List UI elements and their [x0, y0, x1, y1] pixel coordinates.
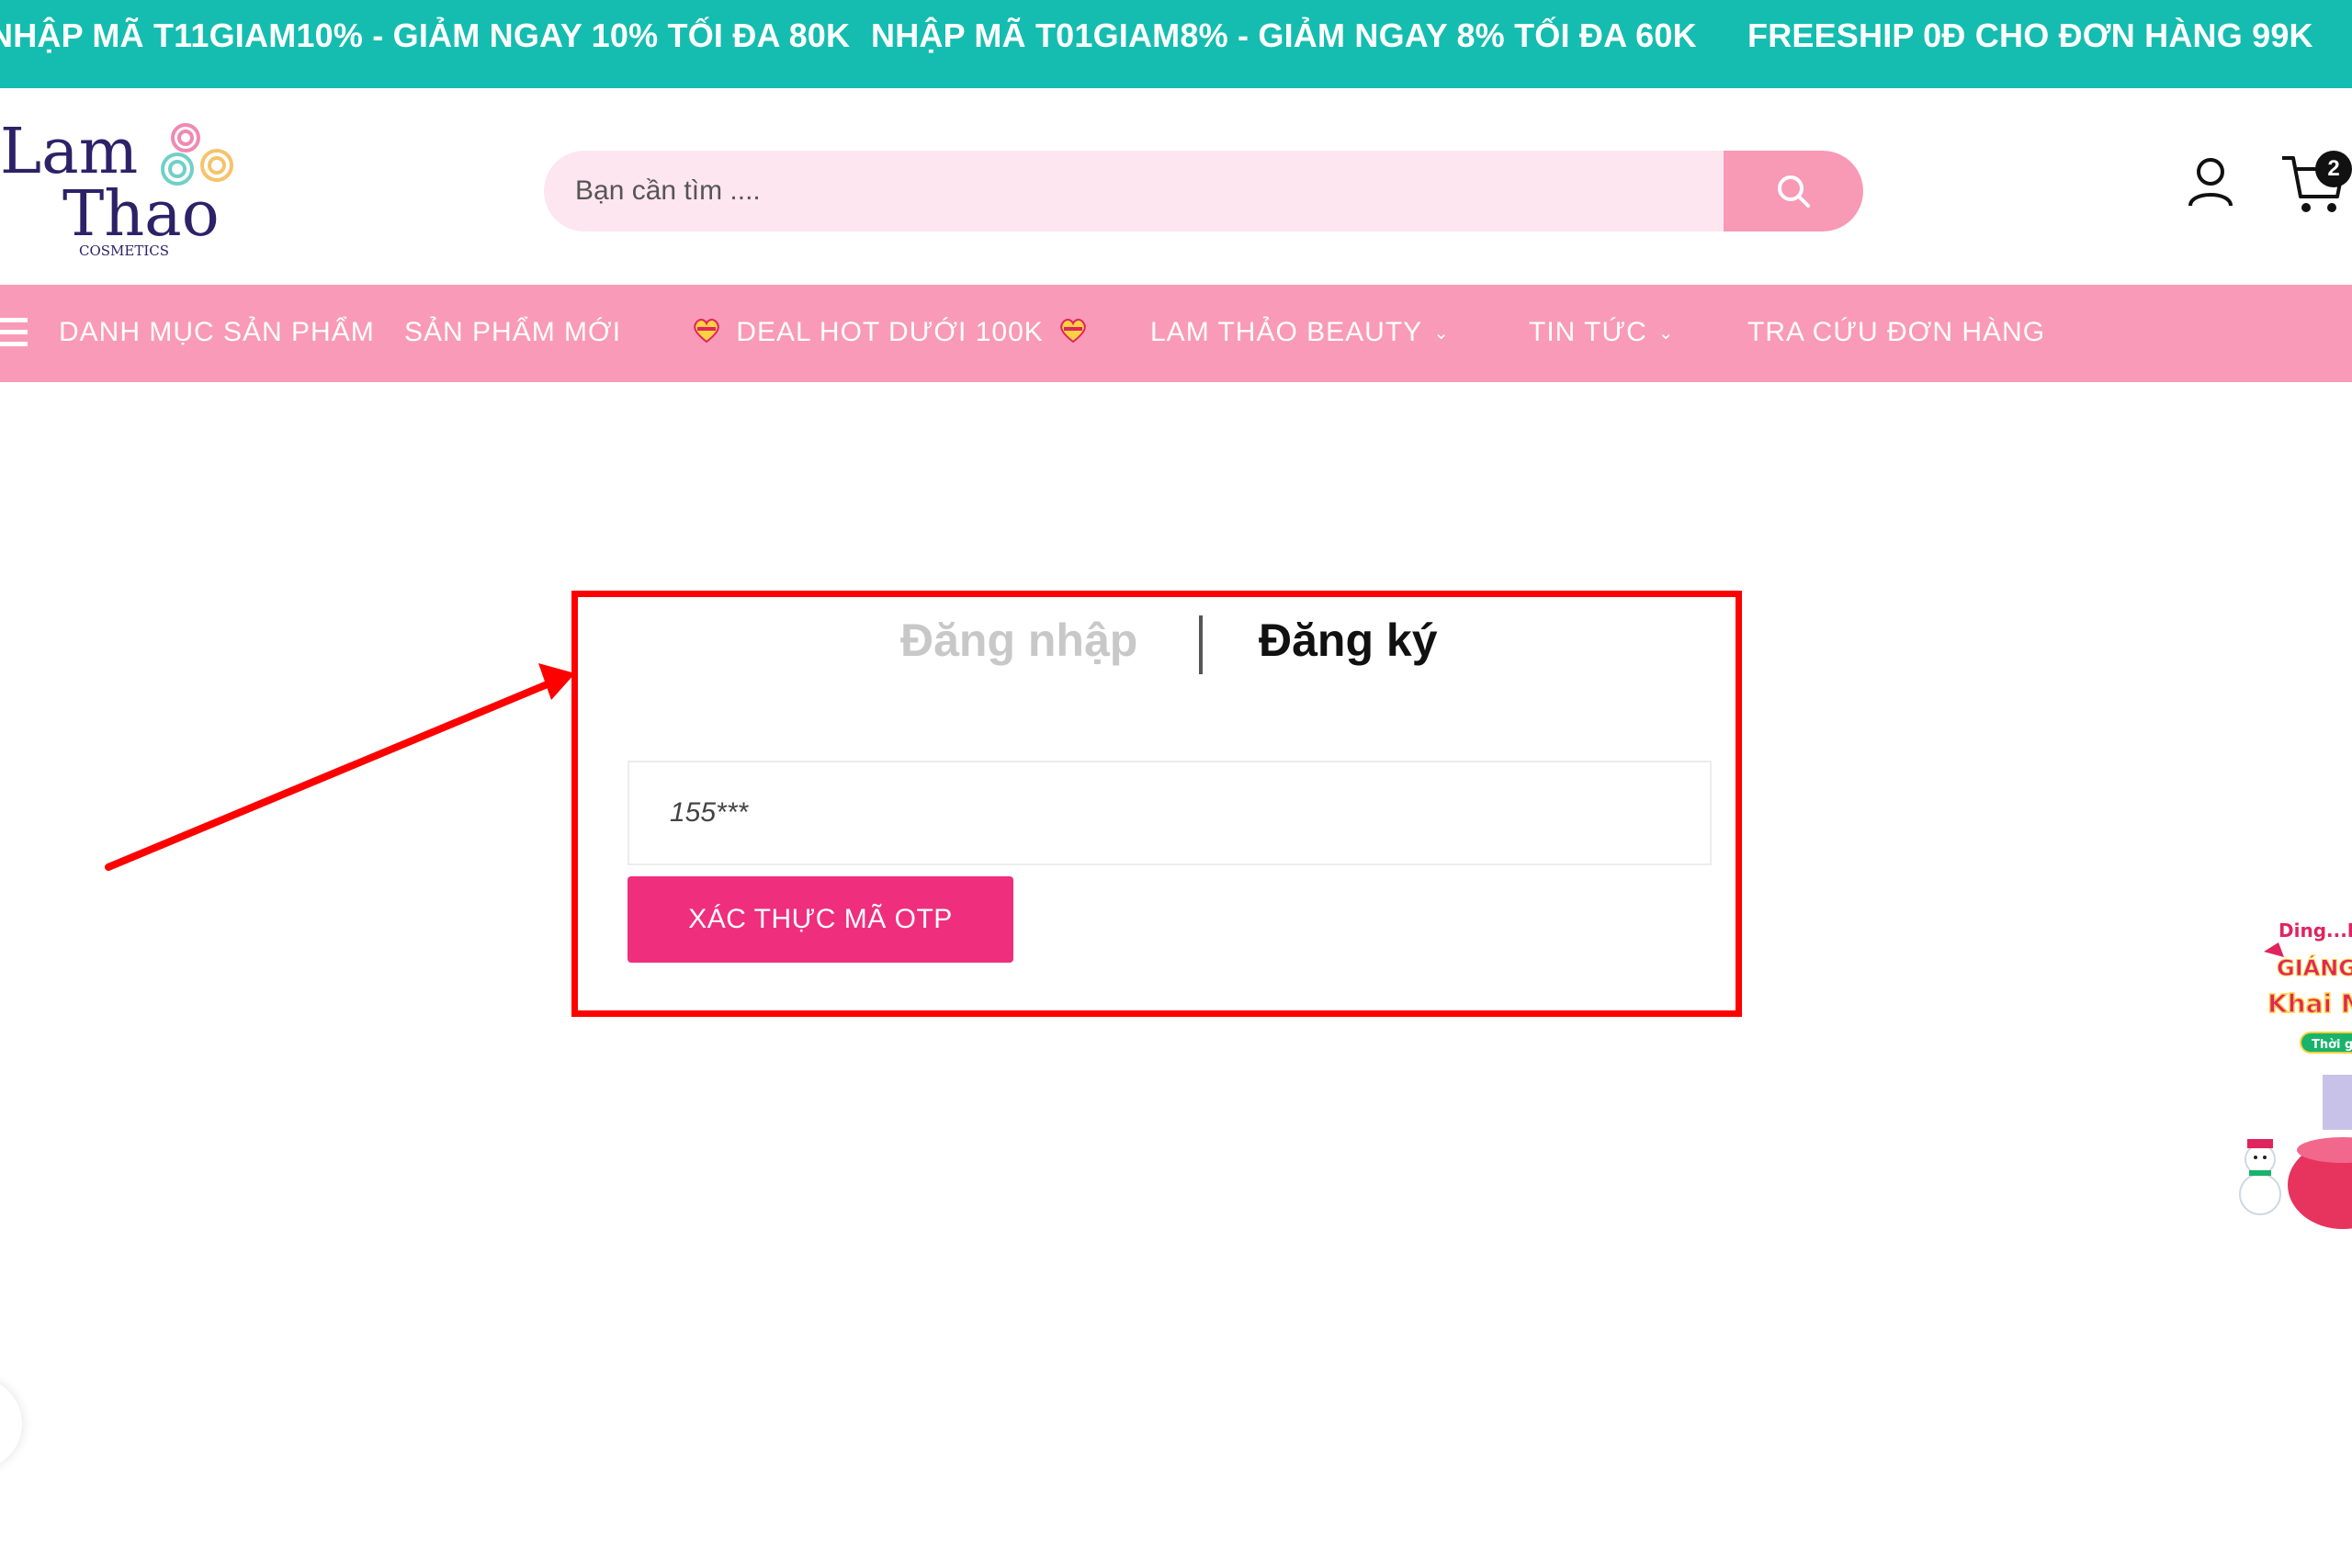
side-promo-text: Thời g	[2312, 1038, 2352, 1052]
side-promo-banner[interactable]: Ding...D GIÁNG Khai M Thời g	[2223, 909, 2352, 1249]
nav-item-label: LAM THẢO BEAUTY	[1150, 317, 1423, 347]
nav-item-label: TRA CỨU ĐƠN HÀNG	[1747, 317, 2046, 347]
main-nav: DANH MỤC SẢN PHẨM SẢN PHẨM MỚI DEAL HOT …	[0, 285, 2352, 382]
nav-item-news[interactable]: TIN TỨC ⌄	[1529, 285, 1675, 382]
search-button[interactable]	[1724, 151, 1863, 231]
side-promo-text: GIÁNG	[2277, 954, 2352, 981]
side-promo-text: Ding...D	[2278, 919, 2352, 942]
logo-text-line2: Thao	[62, 178, 220, 251]
promo-item: NHẬP MÃ T01GIAM8% - GIẢM NGAY 8% TỐI ĐA …	[871, 17, 1697, 54]
logo-text-sub: COSMETICS	[79, 243, 169, 259]
logo-swirl-icon	[161, 123, 233, 186]
gift-bag-icon	[2288, 1075, 2352, 1229]
floating-side-tab[interactable]	[0, 1378, 22, 1470]
promo-item: NHẬP MÃ T11GIAM10% - GIẢM NGAY 10% TỐI Đ…	[0, 17, 851, 54]
promo-bar: NHẬP MÃ T11GIAM10% - GIẢM NGAY 10% TỐI Đ…	[0, 0, 2352, 88]
menu-icon[interactable]	[0, 316, 29, 349]
side-promo-text: Khai M	[2267, 988, 2352, 1019]
nav-item-categories[interactable]: DANH MỤC SẢN PHẨM	[59, 285, 375, 382]
nav-item-deal-hot[interactable]: DEAL HOT DƯỚI 100K	[693, 285, 1087, 382]
nav-item-label: DANH MỤC SẢN PHẨM	[59, 317, 375, 347]
tab-register[interactable]: Đăng ký	[1259, 614, 1438, 667]
otp-phone-field[interactable]	[628, 761, 1712, 865]
tab-login[interactable]: Đăng nhập	[900, 614, 1137, 667]
nav-item-label: DEAL HOT DƯỚI 100K	[736, 317, 1044, 347]
search-input[interactable]	[544, 151, 1720, 231]
brand-logo[interactable]: Lam Thao COSMETICS	[0, 118, 248, 265]
verify-otp-button[interactable]: XÁC THỰC MÃ OTP	[628, 876, 1013, 963]
heart-icon	[694, 319, 719, 344]
account-icon[interactable]	[2187, 156, 2234, 208]
cart-button[interactable]: 2	[2280, 147, 2352, 217]
chevron-down-icon: ⌄	[1657, 323, 1675, 344]
promo-item: FREESHIP 0Đ CHO ĐƠN HÀNG 99K	[1747, 17, 2313, 54]
snowman-icon	[2239, 1139, 2281, 1215]
tab-divider	[1199, 615, 1203, 674]
heart-icon	[1060, 319, 1086, 344]
nav-item-label: TIN TỨC	[1529, 317, 1647, 347]
search-icon	[1778, 175, 1810, 208]
nav-item-new-products[interactable]: SẢN PHẨM MỚI	[404, 285, 621, 382]
chevron-down-icon: ⌄	[1433, 323, 1450, 344]
search-bar	[544, 151, 1863, 231]
nav-item-order-lookup[interactable]: TRA CỨU ĐƠN HÀNG	[1747, 285, 2045, 382]
nav-item-label: SẢN PHẨM MỚI	[404, 317, 622, 347]
cart-count-badge: 2	[2315, 151, 2352, 187]
nav-item-lam-thao-beauty[interactable]: LAM THẢO BEAUTY ⌄	[1150, 285, 1450, 382]
